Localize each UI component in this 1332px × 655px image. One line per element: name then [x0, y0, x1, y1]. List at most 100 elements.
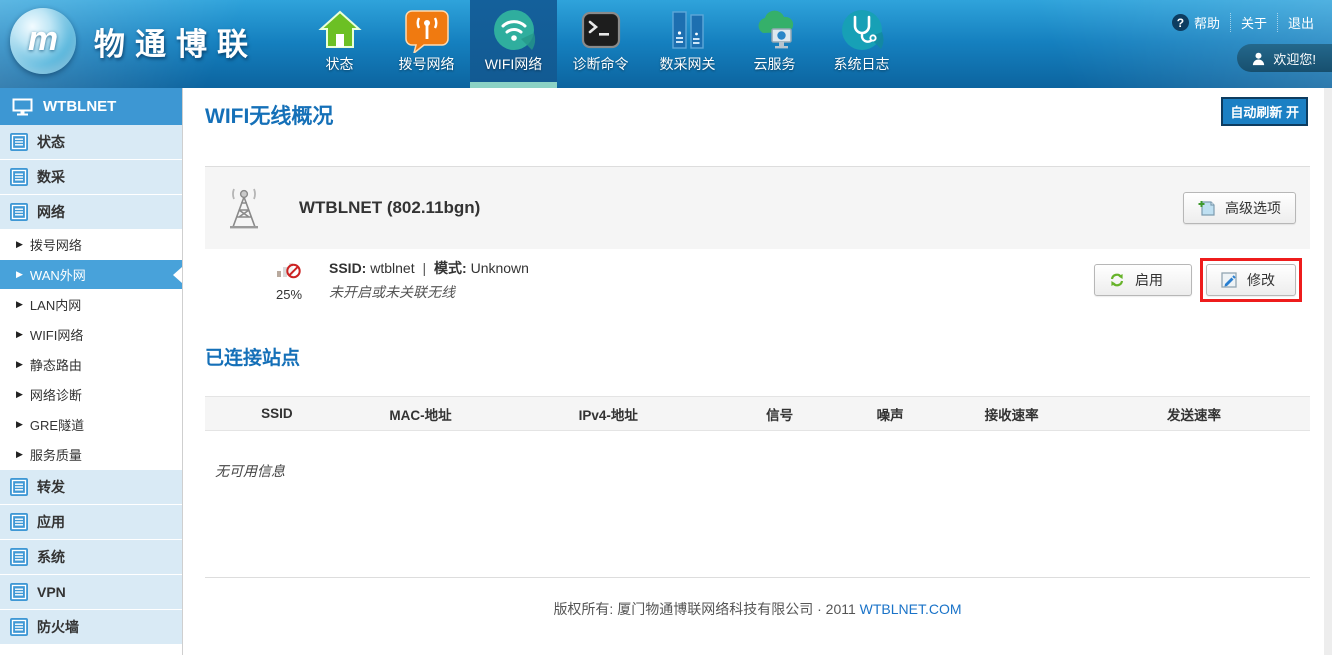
- question-icon: ?: [1172, 14, 1189, 31]
- refresh-icon: [1109, 272, 1125, 288]
- sidebar-item-label: 状态: [37, 132, 65, 152]
- sidebar-item-label: 数采: [37, 167, 65, 187]
- dial-bubble-icon: [404, 7, 450, 53]
- logout-label: 退出: [1288, 13, 1314, 32]
- sidebar-item-system[interactable]: 系统: [0, 540, 182, 574]
- vertical-scrollbar[interactable]: [1324, 88, 1332, 655]
- ssid-value: wtblnet: [370, 260, 414, 276]
- sidebar-item-static-route[interactable]: ▶ 静态路由: [0, 350, 182, 379]
- nav-item-system-log[interactable]: 系统日志: [818, 0, 905, 88]
- about-link[interactable]: 关于: [1230, 13, 1277, 32]
- auto-refresh-toggle[interactable]: 自动刷新 开: [1221, 97, 1308, 126]
- sidebar-item-firewall[interactable]: 防火墙: [0, 610, 182, 644]
- sidebar-item-wan[interactable]: ▶ WAN外网: [0, 260, 182, 289]
- sidebar-item-label: WIFI网络: [30, 325, 83, 344]
- edit-pencil-icon: [1221, 272, 1237, 288]
- nav-item-cloud-service[interactable]: 云服务: [731, 0, 818, 88]
- footer-divider: [205, 577, 1310, 578]
- nav-item-diagnostic-command[interactable]: 诊断命令: [557, 0, 644, 88]
- nav-label: 诊断命令: [557, 54, 644, 74]
- welcome-label: 欢迎您!: [1273, 49, 1316, 68]
- sidebar-item-wifi[interactable]: ▶ WIFI网络: [0, 320, 182, 349]
- list-icon: [10, 618, 28, 636]
- column-header-mac: MAC-地址: [349, 397, 493, 431]
- sidebar-item-qos[interactable]: ▶ 服务质量: [0, 440, 182, 469]
- nav-label: 系统日志: [818, 54, 905, 74]
- chevron-right-icon: ▶: [16, 239, 23, 250]
- table-header-row: SSID MAC-地址 IPv4-地址 信号 噪声 接收速率 发送速率: [205, 397, 1310, 431]
- chevron-right-icon: ▶: [16, 419, 23, 430]
- help-link[interactable]: ? 帮助: [1162, 13, 1230, 32]
- wifi-icon: [491, 7, 537, 53]
- sidebar-item-label: LAN内网: [30, 295, 81, 314]
- sidebar-item-status[interactable]: 状态: [0, 125, 182, 159]
- selected-notch: [173, 267, 182, 283]
- top-header: m 物通博联 状态 拨号网络: [0, 0, 1332, 88]
- stethoscope-icon: [839, 7, 885, 53]
- nav-label: WIFI网络: [470, 54, 557, 74]
- advanced-options-button[interactable]: 高级选项: [1183, 192, 1296, 224]
- main-nav: 状态 拨号网络 WIFI网络: [296, 0, 905, 88]
- logo-text: 物通博联: [94, 19, 258, 64]
- sidebar-item-label: 应用: [37, 512, 65, 532]
- wifi-panel-header: WTBLNET (802.11bgn) 高级选项: [205, 167, 1310, 249]
- wifi-network-title: WTBLNET (802.11bgn): [299, 198, 480, 218]
- signal-percent: 25%: [265, 287, 313, 302]
- connected-stations-table: SSID MAC-地址 IPv4-地址 信号 噪声 接收速率 发送速率: [205, 396, 1310, 431]
- nav-label: 云服务: [731, 54, 818, 74]
- ssid-block: SSID: wtblnet | 模式: Unknown 未开启或未关联无线: [329, 258, 529, 302]
- nav-item-data-gateway[interactable]: 数采网关: [644, 0, 731, 88]
- sidebar-item-label: 服务质量: [30, 445, 82, 464]
- ssid-line: SSID: wtblnet | 模式: Unknown: [329, 258, 529, 278]
- enable-button[interactable]: 启用: [1094, 264, 1192, 296]
- chevron-right-icon: ▶: [16, 299, 23, 310]
- welcome-button[interactable]: 欢迎您!: [1237, 44, 1332, 72]
- nav-item-wifi-network[interactable]: WIFI网络: [470, 0, 557, 88]
- connected-stations-title: 已连接站点: [205, 343, 1310, 370]
- sidebar-title: WTBLNET: [43, 98, 116, 115]
- nav-label: 拨号网络: [383, 54, 470, 74]
- sidebar-item-label: 转发: [37, 477, 65, 497]
- logout-link[interactable]: 退出: [1277, 13, 1324, 32]
- sidebar-header: WTBLNET: [0, 88, 182, 125]
- sidebar-item-dial-network[interactable]: ▶ 拨号网络: [0, 230, 182, 259]
- sidebar-item-lan[interactable]: ▶ LAN内网: [0, 290, 182, 319]
- terminal-icon: [578, 7, 624, 53]
- modify-button[interactable]: 修改: [1206, 264, 1296, 296]
- sidebar-item-network-diagnosis[interactable]: ▶ 网络诊断: [0, 380, 182, 409]
- sidebar-item-application[interactable]: 应用: [0, 505, 182, 539]
- enable-label: 启用: [1135, 270, 1163, 290]
- modify-label: 修改: [1247, 270, 1275, 290]
- sidebar: WTBLNET 状态 数采 网络 ▶ 拨号网络 ▶ WAN外网 ▶ LAN内网: [0, 88, 183, 655]
- list-icon: [10, 203, 28, 221]
- signal-disabled-icon: [276, 258, 302, 280]
- monitor-icon: [12, 98, 33, 116]
- wifi-action-buttons: 启用 修改: [1094, 264, 1296, 296]
- sidebar-item-vpn[interactable]: VPN: [0, 575, 182, 609]
- modify-button-wrapper: 修改: [1206, 264, 1296, 296]
- footer: 版权所有: 厦门物通博联网络科技有限公司 · 2011 WTBLNET.COM: [205, 599, 1310, 619]
- nav-label: 状态: [296, 54, 383, 74]
- sidebar-item-label: GRE隧道: [30, 415, 84, 434]
- column-header-rx-rate: 接收速率: [945, 397, 1078, 431]
- chevron-right-icon: ▶: [16, 359, 23, 370]
- sidebar-item-forward[interactable]: 转发: [0, 470, 182, 504]
- nav-label: 数采网关: [644, 54, 731, 74]
- sidebar-item-network[interactable]: 网络: [0, 195, 182, 229]
- sidebar-item-data-collect[interactable]: 数采: [0, 160, 182, 194]
- ssid-label: SSID:: [329, 260, 366, 276]
- list-icon: [10, 133, 28, 151]
- signal-block: 25%: [265, 258, 313, 302]
- nav-item-status[interactable]: 状态: [296, 0, 383, 88]
- home-icon: [317, 7, 363, 53]
- footer-link[interactable]: WTBLNET.COM: [860, 601, 962, 617]
- column-header-ipv4: IPv4-地址: [492, 397, 724, 431]
- column-header-ssid: SSID: [205, 397, 349, 431]
- cloud-icon: [752, 7, 798, 53]
- header-links: ? 帮助 关于 退出: [1162, 13, 1324, 32]
- sidebar-item-gre-tunnel[interactable]: ▶ GRE隧道: [0, 410, 182, 439]
- advanced-options-label: 高级选项: [1225, 198, 1281, 218]
- list-icon: [10, 168, 28, 186]
- chevron-right-icon: ▶: [16, 449, 23, 460]
- nav-item-dial-network[interactable]: 拨号网络: [383, 0, 470, 88]
